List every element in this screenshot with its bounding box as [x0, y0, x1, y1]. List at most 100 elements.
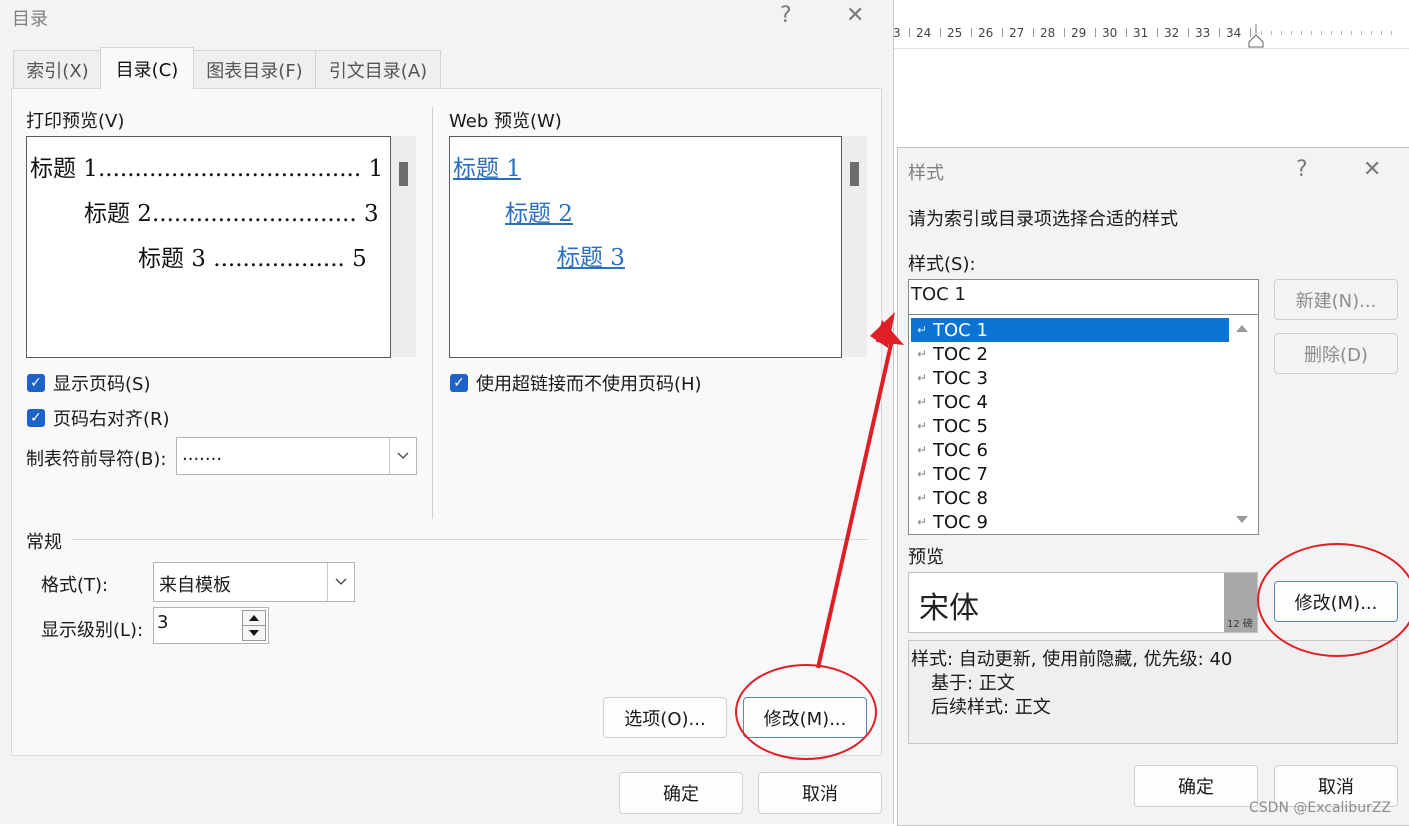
ruler-tick	[1188, 28, 1189, 37]
style-list-item-label: TOC 6	[933, 439, 988, 461]
ruler-number: 31	[1133, 26, 1149, 40]
scrollbar-thumb[interactable]	[850, 162, 859, 186]
web-preview-label: Web 预览(W)	[449, 111, 562, 132]
ruler-number: 33	[1195, 26, 1211, 40]
print-preview-line-1: 标题 1....................................…	[30, 156, 384, 182]
style-list-item[interactable]: ↵ TOC 6	[911, 438, 1229, 462]
chevron-down-icon[interactable]	[327, 563, 354, 601]
ruler-number: 27	[1009, 26, 1025, 40]
use-hyperlinks-label: 使用超链接而不使用页码(H)	[476, 374, 702, 395]
checkbox-checked-icon[interactable]: ✓	[27, 409, 45, 427]
style-list-item-label: TOC 3	[933, 367, 988, 389]
scrollbar-thumb[interactable]	[399, 162, 408, 186]
document-ruler: 3 24 25 26 27 28 29 30 31 32 33 34	[893, 0, 1409, 49]
chevron-down-icon[interactable]	[389, 438, 416, 474]
scroll-up-arrow-icon[interactable]	[1235, 323, 1249, 333]
web-preview-link-2[interactable]: 标题 2	[505, 194, 573, 228]
style-list-item-label: TOC 8	[933, 487, 988, 509]
tab-toc[interactable]: 目录(C)	[100, 47, 194, 89]
format-select[interactable]: 来自模板	[153, 562, 355, 602]
ruler-tick	[1033, 28, 1034, 37]
web-preview-link-3[interactable]: 标题 3	[557, 238, 625, 272]
style-list-item-label: TOC 1	[933, 319, 988, 341]
spin-up-icon[interactable]	[242, 610, 266, 626]
print-preview-label: 打印预览(V)	[26, 111, 125, 132]
watermark-text: CSDN @ExcaliburZZ	[1249, 800, 1392, 816]
style-list-item[interactable]: ↵ TOC 7	[911, 462, 1229, 486]
style-list-item-label: TOC 9	[933, 511, 988, 533]
tab-table-of-figures[interactable]: 图表目录(F)	[192, 50, 317, 89]
close-button[interactable]: ✕	[1363, 157, 1381, 182]
styles-label: 样式(S):	[908, 254, 976, 275]
description-line-2: 基于: 正文	[931, 673, 1015, 694]
scroll-down-arrow-icon[interactable]	[1235, 515, 1249, 525]
levels-value: 3	[157, 612, 169, 633]
ruler-tick	[1064, 28, 1065, 37]
ruler-tick	[1219, 28, 1220, 37]
tab-table-of-authorities[interactable]: 引文目录(A)	[315, 50, 441, 89]
style-list-item[interactable]: ↵ TOC 5	[911, 414, 1229, 438]
style-preview-box: 宋体 12 磅	[908, 572, 1258, 633]
web-preview-link-1[interactable]: 标题 1	[453, 149, 521, 183]
format-value: 来自模板	[159, 575, 231, 596]
close-button[interactable]: ✕	[846, 3, 864, 28]
style-list-item-label: TOC 5	[933, 415, 988, 437]
style-name-input[interactable]: TOC 1	[908, 279, 1259, 315]
column-divider	[432, 107, 433, 519]
style-list-item[interactable]: ↵ TOC 3	[911, 366, 1229, 390]
show-page-numbers-option[interactable]: ✓ 显示页码(S)	[27, 370, 150, 396]
levels-spinner[interactable]: 3	[153, 607, 269, 644]
description-line-1: 样式: 自动更新, 使用前隐藏, 优先级: 40	[911, 649, 1233, 670]
ruler-number: 34	[1226, 26, 1242, 40]
preview-font-sample: 宋体	[919, 591, 979, 626]
print-preview-box: 标题 1....................................…	[26, 136, 391, 358]
new-style-button[interactable]: 新建(N)...	[1274, 279, 1398, 320]
preview-size-label: 12 磅	[1227, 619, 1253, 630]
instruction-text: 请为索引或目录项选择合适的样式	[908, 209, 1178, 230]
tab-index[interactable]: 索引(X)	[13, 50, 102, 89]
checkbox-checked-icon[interactable]: ✓	[27, 374, 45, 392]
ok-button[interactable]: 确定	[619, 772, 743, 814]
print-preview-line-3: 标题 3 .................. 5	[138, 246, 367, 272]
dialog-title: 样式	[908, 163, 944, 184]
style-list[interactable]: ↵ TOC 1 ↵ TOC 2 ↵ TOC 3 ↵ TOC 4 ↵ TOC 5 …	[908, 314, 1259, 535]
print-preview-scrollbar[interactable]	[391, 136, 416, 357]
ruler-tick	[940, 28, 941, 37]
right-align-option[interactable]: ✓ 页码右对齐(R)	[27, 405, 170, 431]
checkbox-checked-icon[interactable]: ✓	[450, 374, 468, 392]
ruler-number: 24	[916, 26, 932, 40]
format-label: 格式(T):	[41, 575, 109, 596]
print-preview-line-2: 标题 2............................ 3	[84, 201, 379, 227]
style-dialog: 样式 ? ✕ 请为索引或目录项选择合适的样式 样式(S): TOC 1 ↵ TO…	[897, 147, 1409, 826]
style-list-item[interactable]: ↵ TOC 9	[911, 510, 1229, 534]
ruler-tick	[909, 28, 910, 37]
style-list-item[interactable]: ↵ TOC 8	[911, 486, 1229, 510]
preview-size-bar: 12 磅	[1224, 573, 1257, 632]
ok-button[interactable]: 确定	[1134, 765, 1258, 807]
help-button[interactable]: ?	[780, 3, 792, 28]
ruler-tick	[971, 28, 972, 37]
annotation-arrow-icon	[816, 312, 904, 669]
help-button[interactable]: ?	[1296, 157, 1308, 182]
cancel-button[interactable]: 取消	[758, 772, 882, 814]
delete-style-button[interactable]: 删除(D)	[1274, 333, 1398, 374]
style-list-item-selected[interactable]: ↵ TOC 1	[911, 318, 1229, 342]
spin-down-icon[interactable]	[242, 625, 266, 641]
options-button[interactable]: 选项(O)...	[603, 697, 727, 738]
tab-leader-select[interactable]: .......	[176, 437, 417, 475]
style-list-item[interactable]: ↵ TOC 4	[911, 390, 1229, 414]
levels-label: 显示级别(L):	[41, 620, 144, 641]
tab-leader-value: .......	[182, 444, 223, 465]
ruler-tick	[1002, 28, 1003, 37]
description-line-3: 后续样式: 正文	[931, 697, 1051, 718]
ruler-number: 28	[1040, 26, 1056, 40]
right-align-label: 页码右对齐(R)	[53, 409, 170, 430]
ruler-tick	[1126, 28, 1127, 37]
ruler-number: 32	[1164, 26, 1180, 40]
style-list-item[interactable]: ↵ TOC 2	[911, 342, 1229, 366]
ruler-number: 26	[978, 26, 994, 40]
ruler-number: 30	[1102, 26, 1118, 40]
web-preview-box: 标题 1 标题 2 标题 3	[449, 136, 842, 358]
use-hyperlinks-option[interactable]: ✓ 使用超链接而不使用页码(H)	[450, 370, 702, 396]
right-indent-marker-icon[interactable]	[1248, 24, 1264, 48]
